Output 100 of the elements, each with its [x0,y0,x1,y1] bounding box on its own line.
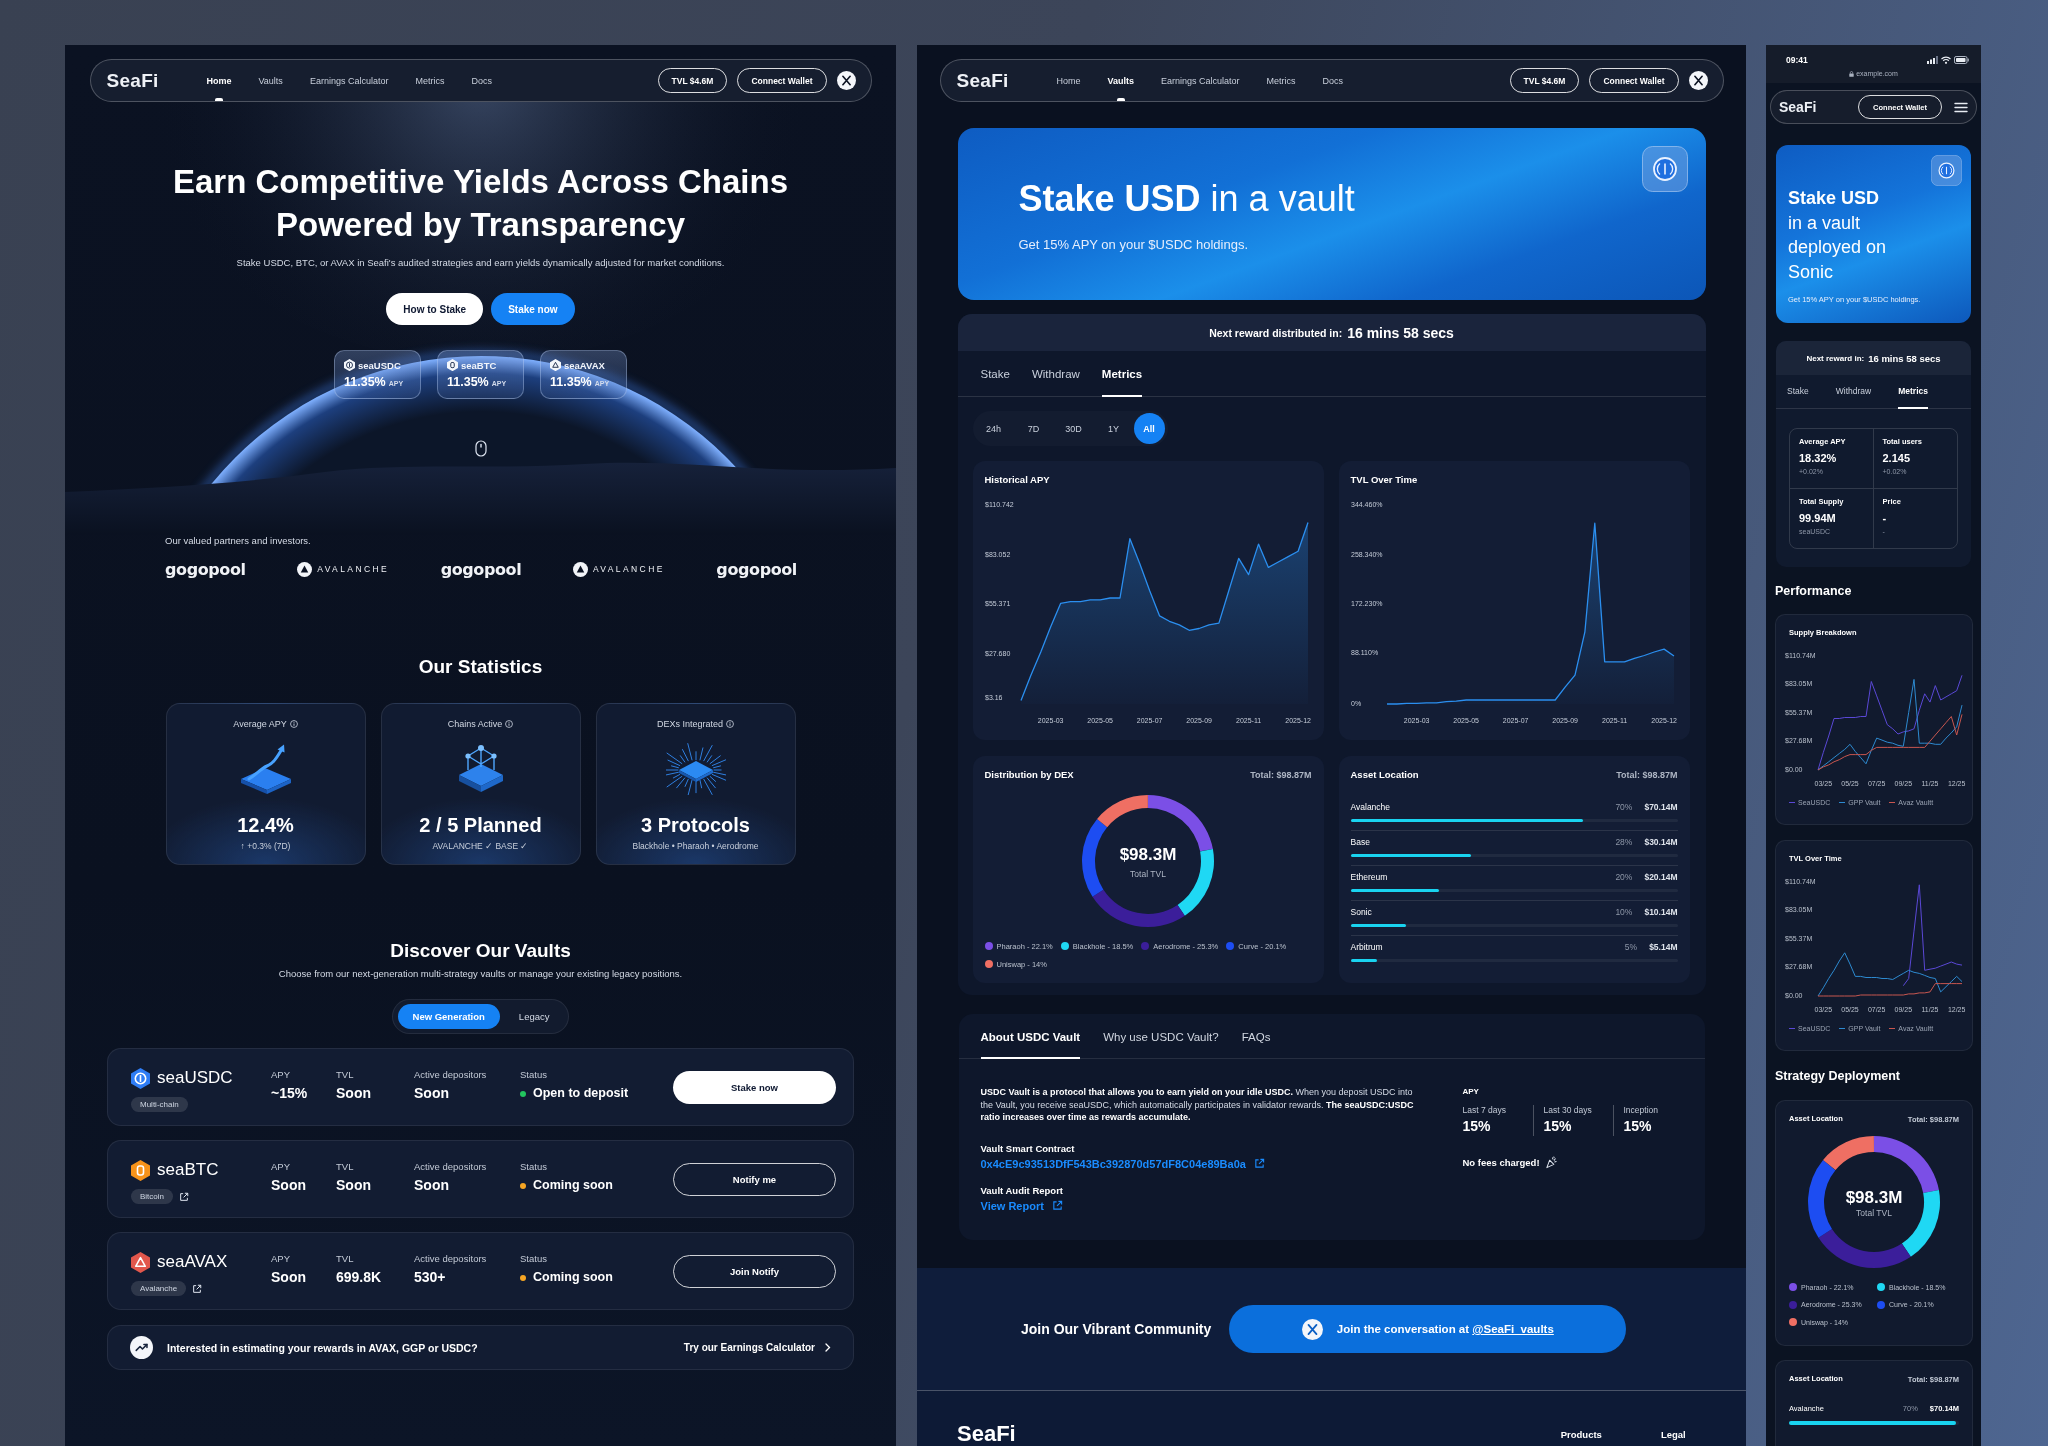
coin-hexagon-icon [344,359,355,372]
location-amount: $20.14M [1644,872,1678,882]
partners-label: Our valued partners and investors. [165,535,311,547]
nav-link[interactable]: Docs [1322,60,1344,101]
tab[interactable]: Stake [1787,375,1809,409]
nav-link[interactable]: Vaults [1107,60,1135,101]
chevron-right-icon [824,1343,831,1352]
info-icon[interactable] [726,720,734,728]
location-share: 70% [1615,802,1633,812]
status-label: Status [520,1253,548,1265]
chip-apy-value: 11.35% [447,375,489,390]
logo[interactable]: SeaFi [1779,99,1817,115]
info-icon[interactable] [289,720,298,728]
status-label: Status [520,1069,548,1081]
metric-value: ~15% [271,1085,309,1102]
external-link-icon[interactable] [192,1283,203,1294]
triangle-hexagon-icon [131,1251,150,1273]
tab[interactable]: Withdraw [1031,351,1080,397]
external-link-icon[interactable] [179,1191,189,1202]
period-tab[interactable]: 7D [1013,413,1054,444]
tab[interactable]: About USDC Vault [980,1014,1081,1059]
chart-title: Historical APY [984,473,1051,487]
status-time: 09:41 [1786,55,1808,65]
party-popper-icon [1544,1156,1558,1169]
menu-icon[interactable] [1954,101,1968,113]
filter-tab[interactable]: New Generation [397,1004,500,1029]
hero-button[interactable]: How to Stake [386,293,484,325]
vault-description: USDC Vault is a protocol that allows you to earn yield on your idle USDC. When you deposit USDC into the Vault, you receive seaUSDC, which automatically participates in validator rewards. The seaUSDC:USDC ratio increases over time as rewards accumulate. [980,1086,1415,1124]
section-title: Performance [1775,583,1853,599]
location-amount: $70.14M [1644,802,1678,812]
chain-tag: Avalanche [131,1281,187,1296]
chip-vault-name: seaUSDC [358,359,401,371]
location-name: Ethereum [1350,872,1388,882]
period-tab[interactable]: 24h [973,413,1014,444]
chip-vault-name: seaAVAX [564,359,605,371]
apy-heading: APY [1462,1086,1479,1098]
logo[interactable]: SeaFi [106,69,207,92]
metric-label: APY [271,1069,291,1081]
tab[interactable]: Stake [980,351,1010,397]
vault-name: seaBTC [157,1160,219,1180]
location-amount: $10.14M [1644,907,1678,917]
stat-note: ↑ +0.3% (7D) [240,840,291,852]
status-value: Coming soon [533,1269,613,1286]
logo[interactable]: SeaFi [956,69,1057,92]
tab[interactable]: Metrics [1101,351,1143,397]
status-value: Coming soon [533,1177,613,1194]
hero-subtitle: Get 15% APY on your $USDC holdings. [1018,237,1250,253]
metric-value: Soon [414,1177,450,1194]
battery-icon [1954,56,1969,64]
stat-value: 2 / 5 Planned [419,813,542,837]
location-share: 5% [1624,942,1638,952]
tab[interactable]: FAQs [1241,1014,1271,1059]
trend-up-icon [130,1336,153,1359]
period-tab[interactable]: 1Y [1093,413,1134,444]
period-tab[interactable]: All [1133,413,1165,444]
nav-link[interactable]: Home [206,60,232,101]
partner-logo: gogopool [716,559,797,579]
nav-link[interactable]: Vaults [258,60,283,101]
tab[interactable]: Why use USDC Vault? [1103,1014,1219,1059]
apy-period-label: Last 7 days [1462,1105,1507,1116]
nav-link[interactable]: Docs [471,60,492,101]
field-label: Vault Audit Report [980,1183,1063,1197]
join-conversation-button[interactable]: Join the conversation at @SeaFi_vaults [1229,1305,1627,1353]
partner-logo: gogopool [440,559,522,579]
metric-value: 530+ [414,1269,447,1286]
section-title: Our Statistics [418,655,543,679]
vault-action-button[interactable]: Stake now [673,1070,836,1104]
earnings-calculator-link[interactable]: Try our Earnings Calculator [683,1342,831,1353]
info-icon[interactable] [505,720,514,728]
metric-value: 699.8K [336,1269,383,1286]
period-tab[interactable]: 30D [1053,413,1094,444]
hero-title: Stake USD in a vault deployed on Sonic [1788,187,1888,284]
lock-icon [1849,70,1855,77]
stat-value: 18.32% [1799,451,1837,465]
chain-tag: Bitcoin [131,1189,173,1204]
x-logo-icon [1301,1318,1323,1340]
x-logo-icon[interactable] [1688,71,1708,90]
view-report-link[interactable]: View Report [980,1198,1063,1213]
metric-value: Soon [336,1085,372,1102]
reward-countdown: 16 mins 58 secs [1347,324,1454,341]
contract-address-link[interactable]: 0x4cE9c93513DfF543Bc392870d57dF8C04e89Ba0a [980,1156,1265,1171]
hero-button[interactable]: Stake now [491,293,575,325]
metric-label: Active depositors [414,1253,488,1265]
nav-link[interactable]: Earnings Calculator [309,60,389,101]
section-subtitle: Choose from our next-generation multi-strategy vaults or manage your existing legacy positions. [278,967,683,980]
reward-countdown: 16 mins 58 secs [1868,352,1941,364]
apy-period-label: Last 30 days [1543,1105,1593,1116]
filter-tab[interactable]: Legacy [503,1004,565,1029]
tab[interactable]: Withdraw [1835,375,1872,409]
tab[interactable]: Metrics [1898,375,1928,409]
nav-link[interactable]: Metrics [415,60,445,101]
signal-icon [1927,56,1938,64]
nav-link[interactable]: Earnings Calculator [1161,60,1240,101]
metric-label: TVL [336,1253,355,1265]
field-label: Vault Smart Contract [980,1141,1075,1155]
location-amount: $30.14M [1644,837,1678,847]
x-logo-icon[interactable] [836,71,856,90]
nav-link[interactable]: Metrics [1266,60,1296,101]
nav-link[interactable]: Home [1056,60,1081,101]
stat-value: - [1882,510,1887,525]
